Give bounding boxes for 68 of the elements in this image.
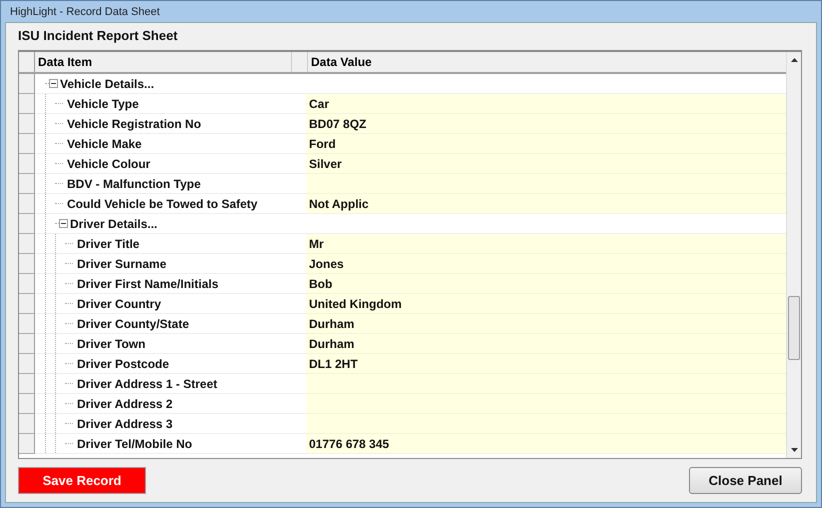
field-label: Driver Address 3 [77, 416, 173, 430]
row-header-cell[interactable] [19, 354, 35, 374]
row-header-cell[interactable] [19, 214, 35, 234]
field-label: Could Vehicle be Towed to Safety [67, 196, 258, 210]
field-label: Vehicle Make [67, 136, 142, 150]
value-cell[interactable]: Ford [306, 134, 786, 154]
value-cell[interactable]: Mr [306, 234, 786, 254]
field-label: BDV - Malfunction Type [67, 176, 201, 190]
row-header-cell[interactable] [19, 154, 35, 174]
value-cell[interactable] [306, 414, 786, 434]
row-header-cell[interactable] [19, 74, 35, 94]
field-label: Driver Title [77, 236, 140, 250]
sheet-heading: ISU Incident Report Sheet [18, 27, 179, 45]
row-header-cell[interactable] [19, 94, 35, 114]
group-label: Driver Details... [70, 216, 158, 230]
value-cell[interactable]: BD07 8QZ [306, 114, 786, 134]
value-cell[interactable]: DL1 2HT [306, 354, 786, 374]
field-label: Driver Surname [77, 256, 166, 270]
collapse-icon[interactable] [59, 219, 68, 228]
value-cell[interactable] [306, 174, 786, 194]
value-cell[interactable]: Car [306, 94, 786, 114]
value-cell[interactable] [306, 374, 786, 394]
field-label: Driver Country [77, 296, 162, 310]
value-cell[interactable]: Bob [306, 274, 786, 294]
row-header-cell[interactable] [19, 274, 35, 294]
value-cell[interactable]: Not Applic [306, 194, 786, 214]
value-cell[interactable] [306, 394, 786, 414]
field-label: Vehicle Registration No [67, 116, 202, 130]
row-header-cell[interactable] [19, 134, 35, 154]
row-header-cell[interactable] [19, 394, 35, 414]
field-label: Driver County/State [77, 316, 190, 330]
column-header[interactable]: Data Item [35, 52, 291, 72]
row-header-cell[interactable] [19, 234, 35, 254]
field-label: Driver Town [77, 336, 146, 350]
value-cell[interactable]: 01776 678 345 [306, 434, 786, 454]
value-cell[interactable]: Durham [306, 334, 786, 354]
field-label: Vehicle Type [67, 96, 139, 110]
header-cell [291, 52, 308, 72]
scroll-up-icon[interactable] [790, 57, 798, 63]
save-record-button[interactable]: Save Record [18, 467, 146, 494]
row-header-cell[interactable] [19, 254, 35, 274]
scrollbar[interactable] [786, 52, 801, 458]
value-cell[interactable]: Silver [306, 154, 786, 174]
close-panel-button[interactable]: Close Panel [689, 467, 802, 494]
value-cell[interactable]: United Kingdom [306, 294, 786, 314]
row-header-cell[interactable] [19, 114, 35, 134]
field-label: Driver First Name/Initials [77, 276, 218, 290]
field-label: Driver Postcode [77, 356, 170, 370]
window-title: HighLight - Record Data Sheet [10, 6, 160, 18]
value-cell[interactable]: Jones [306, 254, 786, 274]
column-header[interactable]: Data Value [308, 52, 786, 72]
group-label: Vehicle Details... [60, 76, 154, 90]
row-header-cell[interactable] [19, 434, 35, 454]
row-header-cell[interactable] [19, 294, 35, 314]
row-header-cell[interactable] [19, 334, 35, 354]
field-label: Vehicle Colour [67, 156, 150, 170]
row-header-cell[interactable] [19, 174, 35, 194]
row-header-cell[interactable] [19, 194, 35, 214]
collapse-icon[interactable] [49, 79, 58, 88]
field-label: Driver Address 2 [77, 396, 173, 410]
scroll-down-icon[interactable] [790, 447, 798, 453]
row-header-cell[interactable] [19, 314, 35, 334]
field-label: Driver Address 1 - Street [77, 376, 218, 390]
row-header-cell[interactable] [19, 374, 35, 394]
row-header-cell[interactable] [19, 414, 35, 434]
field-label: Driver Tel/Mobile No [77, 436, 192, 450]
scroll-thumb[interactable] [788, 296, 800, 360]
value-cell[interactable]: Durham [306, 314, 786, 334]
